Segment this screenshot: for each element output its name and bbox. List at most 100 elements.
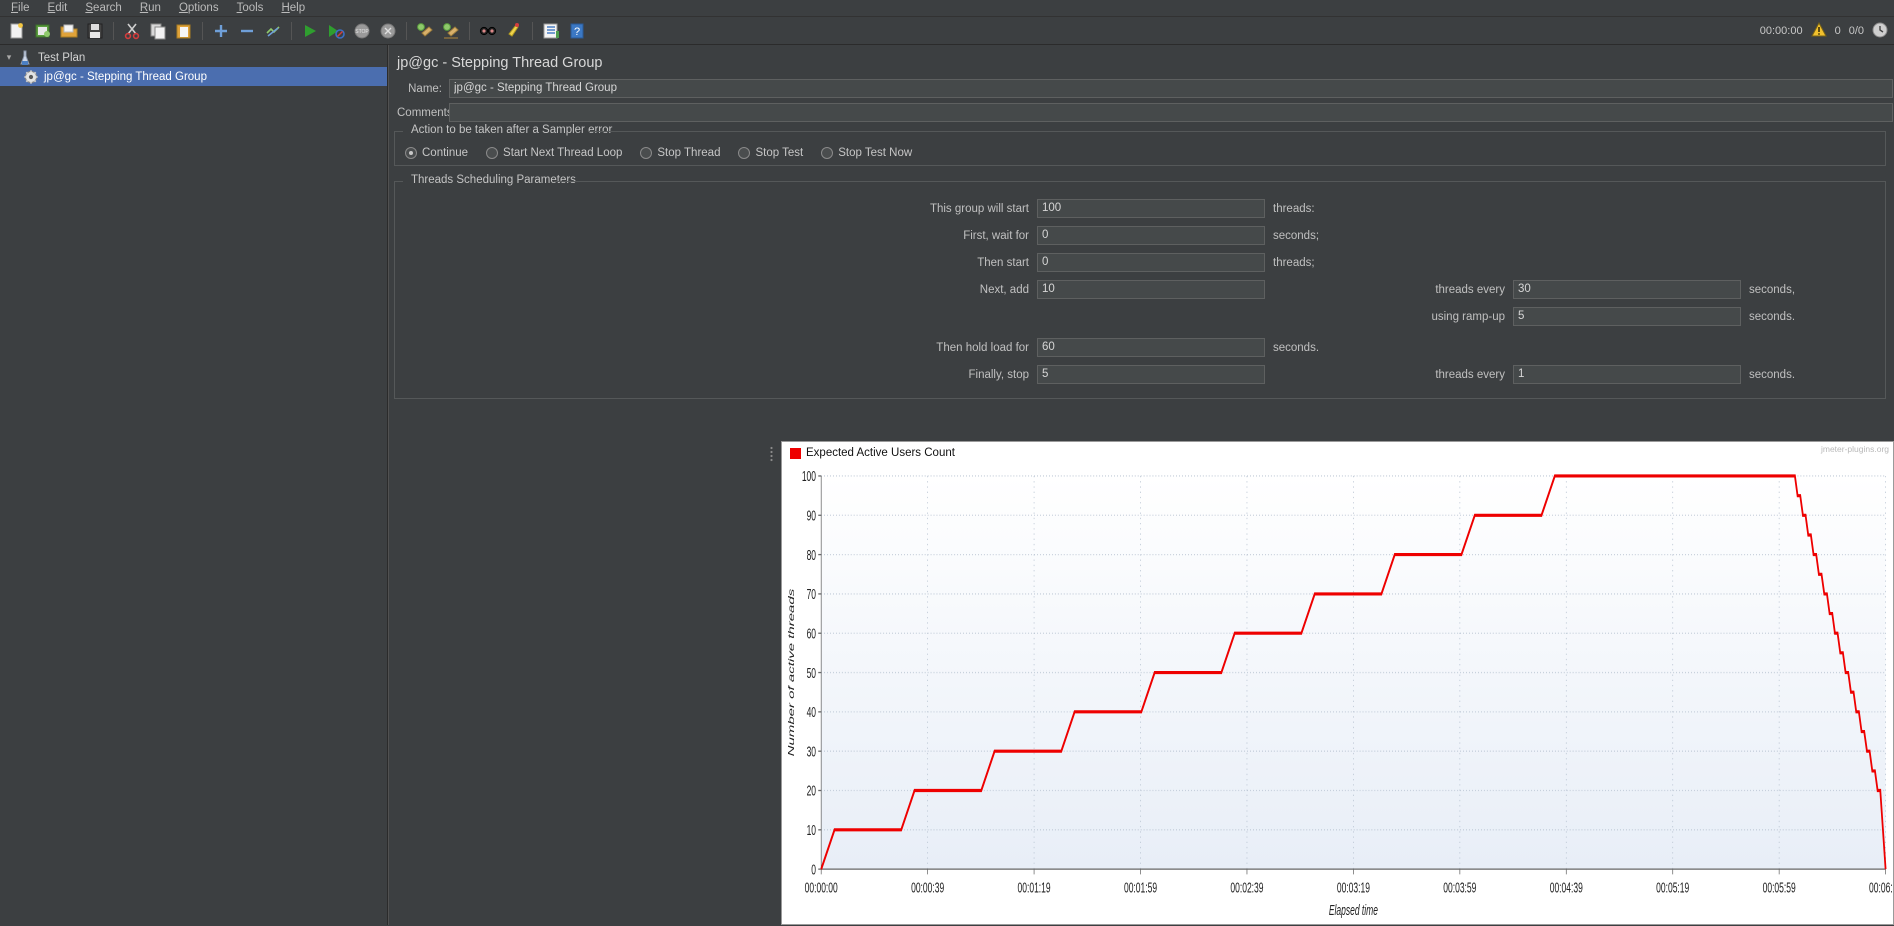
name-input[interactable]	[449, 79, 1893, 98]
search-reset-icon[interactable]	[502, 19, 526, 43]
svg-text:50: 50	[807, 664, 817, 681]
start-count-input[interactable]	[1037, 253, 1265, 272]
warning-icon[interactable]	[1810, 21, 1827, 40]
element-editor-panel: jp@gc - Stepping Thread Group Name: Comm…	[388, 45, 1894, 925]
legend-color-swatch	[790, 447, 801, 459]
clear-icon[interactable]	[413, 19, 437, 43]
tree-node-stepping-thread-group[interactable]: jp@gc - Stepping Thread Group	[0, 67, 387, 86]
sched-label: Next, add	[979, 283, 1029, 296]
help-icon[interactable]: ?	[565, 19, 589, 43]
start-threads-input[interactable]	[1037, 199, 1265, 218]
sched-label: Finally, stop	[968, 368, 1029, 381]
thread-status-icon	[1872, 22, 1888, 41]
paste-icon[interactable]	[172, 19, 196, 43]
sched-second-unit: seconds.	[1749, 368, 1796, 381]
sched-label: Then hold load for	[936, 341, 1029, 354]
hold-load-input[interactable]	[1037, 338, 1265, 357]
sched-label: This group will start	[929, 202, 1029, 215]
radio-option-stop-test-now[interactable]: Stop Test Now	[821, 147, 912, 159]
svg-text:80: 80	[807, 546, 817, 563]
save-icon[interactable]	[83, 19, 107, 43]
start-icon[interactable]	[298, 19, 322, 43]
comments-label: Comments:	[397, 106, 456, 119]
toolbar-separator	[202, 21, 203, 40]
svg-text:20: 20	[807, 782, 817, 799]
test-plan-tree[interactable]: ▾ Test Plan jp@gc - Stepping Thread Grou…	[0, 45, 388, 925]
svg-text:00:01:19: 00:01:19	[1018, 879, 1051, 896]
templates-icon[interactable]	[31, 19, 55, 43]
increment-input[interactable]	[1037, 280, 1265, 299]
menu-item-options[interactable]: Options	[170, 1, 228, 15]
svg-text:STOP: STOP	[355, 29, 369, 35]
start-no-pauses-icon[interactable]	[324, 19, 348, 43]
function-helper-icon[interactable]	[539, 19, 563, 43]
chevron-down-icon[interactable]: ▾	[2, 52, 16, 63]
svg-text:30: 30	[807, 743, 817, 760]
menu-item-edit[interactable]: Edit	[39, 1, 77, 15]
page-title: jp@gc - Stepping Thread Group	[397, 55, 603, 71]
copy-icon[interactable]	[146, 19, 170, 43]
radio-indicator[interactable]	[738, 147, 751, 159]
radio-indicator[interactable]	[640, 147, 653, 159]
radio-label: Stop Test	[755, 147, 804, 159]
clear-all-icon[interactable]	[439, 19, 463, 43]
radio-indicator[interactable]	[821, 147, 834, 159]
radio-option-continue[interactable]: Continue	[405, 147, 468, 159]
svg-text:00:02:39: 00:02:39	[1230, 879, 1263, 896]
radio-label: Start Next Thread Loop	[503, 147, 623, 159]
stop-interval-input[interactable]	[1513, 365, 1741, 384]
radio-label: Stop Test Now	[838, 147, 913, 159]
menu-item-file[interactable]: File	[2, 1, 39, 15]
sampler-error-group: Action to be taken after a Sampler error…	[394, 124, 1886, 166]
shutdown-icon[interactable]	[376, 19, 400, 43]
svg-text:?: ?	[574, 26, 580, 38]
sched-row-then-start: Then start threads;	[395, 249, 1885, 276]
increment-interval-input[interactable]	[1513, 280, 1741, 299]
comments-field-row: Comments:	[389, 103, 1894, 122]
sched-row-then-hold-load-for: Then hold load for seconds.	[395, 334, 1885, 361]
tree-node-test-plan[interactable]: ▾ Test Plan	[0, 48, 387, 67]
svg-text:40: 40	[807, 704, 817, 721]
sched-label: First, wait for	[963, 229, 1029, 242]
search-icon[interactable]	[476, 19, 500, 43]
radio-option-stop-thread[interactable]: Stop Thread	[640, 147, 720, 159]
radio-option-stop-test[interactable]: Stop Test	[738, 147, 803, 159]
stop-icon[interactable]: STOP	[350, 19, 374, 43]
cut-icon[interactable]	[120, 19, 144, 43]
test-plan-icon	[16, 50, 34, 66]
sched-row-finally-stop: Finally, stop threads every seconds.	[395, 361, 1885, 388]
radio-indicator[interactable]	[486, 147, 499, 159]
svg-text:00:00:00: 00:00:00	[805, 879, 838, 896]
sched-row-first-wait-for: First, wait for seconds;	[395, 222, 1885, 249]
svg-text:60: 60	[807, 625, 817, 642]
radio-indicator[interactable]	[405, 147, 417, 159]
ramp-up-input[interactable]	[1513, 307, 1741, 326]
stop-count-input[interactable]	[1037, 365, 1265, 384]
name-label: Name:	[408, 82, 442, 95]
menu-item-search[interactable]: Search	[76, 1, 130, 15]
splitter-grip[interactable]	[767, 445, 776, 463]
name-field-row: Name:	[389, 79, 1894, 98]
new-icon[interactable]	[5, 19, 29, 43]
chart-plot-area: 0 10 20 30 40 50 60 70 80 90 100 00:00:00 00:00:39 00…	[786, 468, 1894, 919]
initial-delay-input[interactable]	[1037, 226, 1265, 245]
radio-label: Continue	[422, 147, 469, 159]
collapse-all-icon[interactable]	[235, 19, 259, 43]
sched-second-unit: seconds.	[1749, 310, 1796, 323]
toggle-icon[interactable]	[261, 19, 285, 43]
menu-item-help[interactable]: Help	[272, 1, 314, 15]
sched-unit: threads;	[1273, 256, 1315, 269]
radio-option-start-next-thread-loop[interactable]: Start Next Thread Loop	[486, 147, 622, 159]
comments-input[interactable]	[449, 103, 1893, 122]
menu-item-tools[interactable]: Tools	[228, 1, 273, 15]
toolbar-separator	[406, 21, 407, 40]
svg-text:100: 100	[802, 468, 816, 485]
menu-item-run[interactable]: Run	[131, 1, 170, 15]
expected-active-users-chart[interactable]: Expected Active Users Count jmeter-plugi…	[781, 441, 1894, 925]
legend-label: Expected Active Users Count	[806, 447, 955, 459]
sampler-error-radio-group[interactable]: Continue Start Next Thread Loop Stop Thr…	[395, 147, 1885, 159]
svg-text:00:05:59: 00:05:59	[1763, 879, 1796, 896]
thread-group-icon	[22, 69, 40, 85]
expand-all-icon[interactable]	[209, 19, 233, 43]
open-icon[interactable]	[57, 19, 81, 43]
